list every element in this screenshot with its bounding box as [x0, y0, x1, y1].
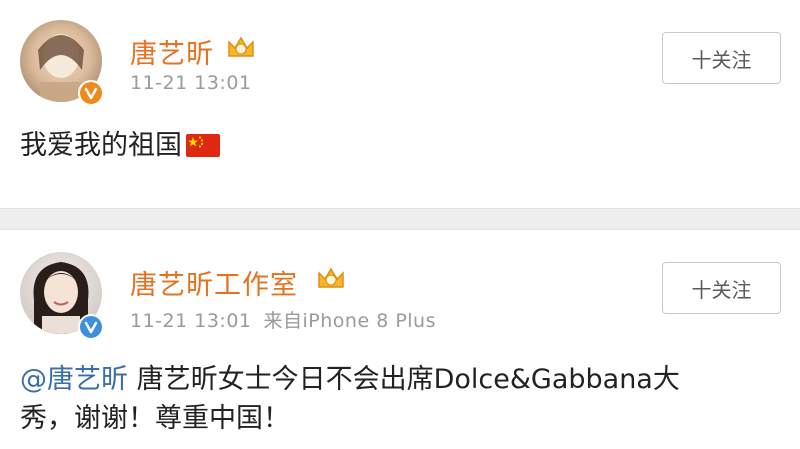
post-body: 我爱我的祖国	[20, 130, 182, 161]
weibo-post-2: 唐艺昕工作室 11-21 13:01 来自iPhone 8 Plus 十关注 @唐…	[0, 230, 800, 449]
post-meta: 11-21 13:01 来自iPhone 8 Plus	[130, 306, 436, 333]
weibo-post-1: 唐艺昕 11-21 13:01 十关注 我爱我的祖国	[0, 0, 800, 208]
follow-button[interactable]: 十关注	[662, 32, 781, 84]
author-name[interactable]: 唐艺昕工作室	[130, 263, 298, 302]
post-body-line-1: 唐艺昕女士今日不会出席Dolce&Gabbana大	[128, 364, 680, 395]
vip-crown-icon	[226, 34, 256, 60]
post-time: 11-21 13:01	[130, 72, 252, 94]
post-text: 我爱我的祖国	[20, 126, 220, 165]
post-time: 11-21 13:01	[130, 310, 252, 332]
post-source: 来自iPhone 8 Plus	[263, 310, 436, 332]
follow-button[interactable]: 十关注	[662, 262, 781, 314]
feed-divider	[0, 208, 800, 230]
post-meta: 11-21 13:01	[130, 72, 252, 94]
verified-badge-icon	[78, 314, 104, 340]
vip-crown-icon	[316, 265, 346, 291]
verified-badge-icon	[78, 80, 104, 106]
author-name[interactable]: 唐艺昕	[130, 32, 214, 71]
post-body-line-2: 秀，谢谢！尊重中国！	[20, 403, 290, 435]
post-text: @唐艺昕 唐艺昕女士今日不会出席Dolce&Gabbana大 秀，谢谢！尊重中国…	[20, 360, 790, 438]
china-flag-icon	[186, 129, 220, 157]
mention-link[interactable]: @唐艺昕	[20, 364, 128, 395]
